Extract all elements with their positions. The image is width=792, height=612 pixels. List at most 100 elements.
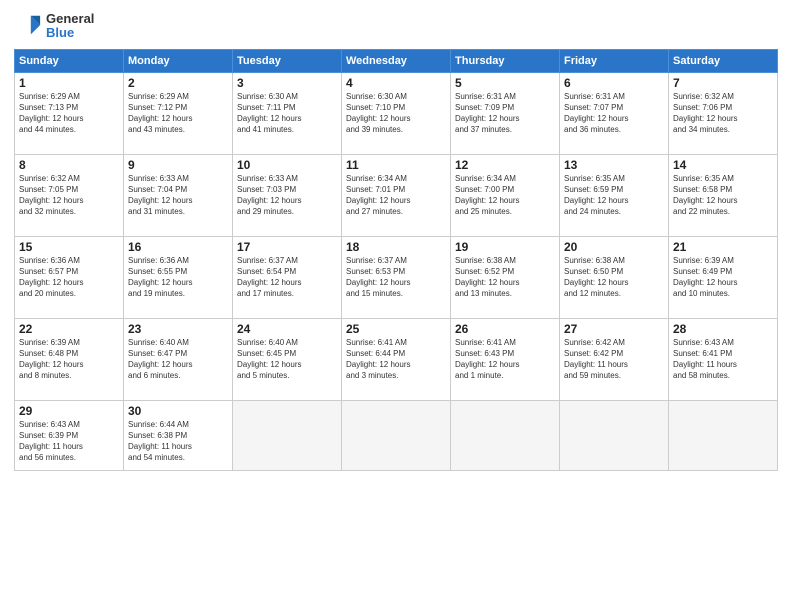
cell-info: Sunrise: 6:40 AM Sunset: 6:45 PM Dayligh… bbox=[237, 337, 337, 382]
day-number: 20 bbox=[564, 240, 664, 254]
calendar-cell: 17 Sunrise: 6:37 AM Sunset: 6:54 PM Dayl… bbox=[233, 236, 342, 318]
day-header-wednesday: Wednesday bbox=[342, 49, 451, 72]
cell-info: Sunrise: 6:32 AM Sunset: 7:05 PM Dayligh… bbox=[19, 173, 119, 218]
calendar-cell: 10 Sunrise: 6:33 AM Sunset: 7:03 PM Dayl… bbox=[233, 154, 342, 236]
calendar-cell: 11 Sunrise: 6:34 AM Sunset: 7:01 PM Dayl… bbox=[342, 154, 451, 236]
day-number: 9 bbox=[128, 158, 228, 172]
calendar-table: SundayMondayTuesdayWednesdayThursdayFrid… bbox=[14, 49, 778, 471]
calendar-cell: 15 Sunrise: 6:36 AM Sunset: 6:57 PM Dayl… bbox=[15, 236, 124, 318]
calendar-cell: 2 Sunrise: 6:29 AM Sunset: 7:12 PM Dayli… bbox=[124, 72, 233, 154]
cell-info: Sunrise: 6:38 AM Sunset: 6:50 PM Dayligh… bbox=[564, 255, 664, 300]
calendar-cell: 18 Sunrise: 6:37 AM Sunset: 6:53 PM Dayl… bbox=[342, 236, 451, 318]
calendar-cell: 25 Sunrise: 6:41 AM Sunset: 6:44 PM Dayl… bbox=[342, 318, 451, 400]
calendar-cell: 8 Sunrise: 6:32 AM Sunset: 7:05 PM Dayli… bbox=[15, 154, 124, 236]
day-number: 16 bbox=[128, 240, 228, 254]
day-number: 7 bbox=[673, 76, 773, 90]
day-number: 23 bbox=[128, 322, 228, 336]
calendar-cell: 26 Sunrise: 6:41 AM Sunset: 6:43 PM Dayl… bbox=[451, 318, 560, 400]
calendar-cell: 13 Sunrise: 6:35 AM Sunset: 6:59 PM Dayl… bbox=[560, 154, 669, 236]
day-number: 18 bbox=[346, 240, 446, 254]
calendar-container: General Blue SundayMondayTuesdayWednesda… bbox=[0, 0, 792, 612]
day-number: 11 bbox=[346, 158, 446, 172]
day-number: 24 bbox=[237, 322, 337, 336]
calendar-cell: 24 Sunrise: 6:40 AM Sunset: 6:45 PM Dayl… bbox=[233, 318, 342, 400]
day-header-sunday: Sunday bbox=[15, 49, 124, 72]
day-number: 5 bbox=[455, 76, 555, 90]
calendar-cell bbox=[560, 400, 669, 470]
calendar-cell: 30 Sunrise: 6:44 AM Sunset: 6:38 PM Dayl… bbox=[124, 400, 233, 470]
calendar-cell: 20 Sunrise: 6:38 AM Sunset: 6:50 PM Dayl… bbox=[560, 236, 669, 318]
logo-text: General Blue bbox=[46, 12, 94, 41]
day-header-thursday: Thursday bbox=[451, 49, 560, 72]
calendar-cell bbox=[451, 400, 560, 470]
day-number: 21 bbox=[673, 240, 773, 254]
day-header-tuesday: Tuesday bbox=[233, 49, 342, 72]
cell-info: Sunrise: 6:35 AM Sunset: 6:58 PM Dayligh… bbox=[673, 173, 773, 218]
cell-info: Sunrise: 6:42 AM Sunset: 6:42 PM Dayligh… bbox=[564, 337, 664, 382]
day-number: 26 bbox=[455, 322, 555, 336]
day-number: 2 bbox=[128, 76, 228, 90]
day-number: 1 bbox=[19, 76, 119, 90]
calendar-header: SundayMondayTuesdayWednesdayThursdayFrid… bbox=[15, 49, 778, 72]
day-number: 22 bbox=[19, 322, 119, 336]
calendar-cell: 29 Sunrise: 6:43 AM Sunset: 6:39 PM Dayl… bbox=[15, 400, 124, 470]
calendar-week-5: 29 Sunrise: 6:43 AM Sunset: 6:39 PM Dayl… bbox=[15, 400, 778, 470]
cell-info: Sunrise: 6:29 AM Sunset: 7:13 PM Dayligh… bbox=[19, 91, 119, 136]
calendar-week-3: 15 Sunrise: 6:36 AM Sunset: 6:57 PM Dayl… bbox=[15, 236, 778, 318]
calendar-week-1: 1 Sunrise: 6:29 AM Sunset: 7:13 PM Dayli… bbox=[15, 72, 778, 154]
cell-info: Sunrise: 6:44 AM Sunset: 6:38 PM Dayligh… bbox=[128, 419, 228, 464]
day-header-friday: Friday bbox=[560, 49, 669, 72]
calendar-cell: 22 Sunrise: 6:39 AM Sunset: 6:48 PM Dayl… bbox=[15, 318, 124, 400]
cell-info: Sunrise: 6:41 AM Sunset: 6:44 PM Dayligh… bbox=[346, 337, 446, 382]
cell-info: Sunrise: 6:31 AM Sunset: 7:09 PM Dayligh… bbox=[455, 91, 555, 136]
day-number: 14 bbox=[673, 158, 773, 172]
calendar-cell: 27 Sunrise: 6:42 AM Sunset: 6:42 PM Dayl… bbox=[560, 318, 669, 400]
calendar-cell: 3 Sunrise: 6:30 AM Sunset: 7:11 PM Dayli… bbox=[233, 72, 342, 154]
cell-info: Sunrise: 6:37 AM Sunset: 6:54 PM Dayligh… bbox=[237, 255, 337, 300]
cell-info: Sunrise: 6:33 AM Sunset: 7:03 PM Dayligh… bbox=[237, 173, 337, 218]
day-number: 17 bbox=[237, 240, 337, 254]
day-number: 6 bbox=[564, 76, 664, 90]
calendar-cell bbox=[233, 400, 342, 470]
day-number: 15 bbox=[19, 240, 119, 254]
day-number: 12 bbox=[455, 158, 555, 172]
cell-info: Sunrise: 6:30 AM Sunset: 7:10 PM Dayligh… bbox=[346, 91, 446, 136]
day-number: 13 bbox=[564, 158, 664, 172]
cell-info: Sunrise: 6:37 AM Sunset: 6:53 PM Dayligh… bbox=[346, 255, 446, 300]
calendar-cell bbox=[669, 400, 778, 470]
calendar-cell: 6 Sunrise: 6:31 AM Sunset: 7:07 PM Dayli… bbox=[560, 72, 669, 154]
calendar-cell: 12 Sunrise: 6:34 AM Sunset: 7:00 PM Dayl… bbox=[451, 154, 560, 236]
calendar-cell: 5 Sunrise: 6:31 AM Sunset: 7:09 PM Dayli… bbox=[451, 72, 560, 154]
cell-info: Sunrise: 6:29 AM Sunset: 7:12 PM Dayligh… bbox=[128, 91, 228, 136]
calendar-cell: 14 Sunrise: 6:35 AM Sunset: 6:58 PM Dayl… bbox=[669, 154, 778, 236]
logo: General Blue bbox=[14, 12, 94, 41]
cell-info: Sunrise: 6:34 AM Sunset: 7:01 PM Dayligh… bbox=[346, 173, 446, 218]
cell-info: Sunrise: 6:41 AM Sunset: 6:43 PM Dayligh… bbox=[455, 337, 555, 382]
day-number: 4 bbox=[346, 76, 446, 90]
day-header-monday: Monday bbox=[124, 49, 233, 72]
cell-info: Sunrise: 6:31 AM Sunset: 7:07 PM Dayligh… bbox=[564, 91, 664, 136]
day-header-saturday: Saturday bbox=[669, 49, 778, 72]
calendar-cell: 16 Sunrise: 6:36 AM Sunset: 6:55 PM Dayl… bbox=[124, 236, 233, 318]
day-number: 30 bbox=[128, 404, 228, 418]
cell-info: Sunrise: 6:39 AM Sunset: 6:49 PM Dayligh… bbox=[673, 255, 773, 300]
cell-info: Sunrise: 6:40 AM Sunset: 6:47 PM Dayligh… bbox=[128, 337, 228, 382]
cell-info: Sunrise: 6:30 AM Sunset: 7:11 PM Dayligh… bbox=[237, 91, 337, 136]
day-number: 28 bbox=[673, 322, 773, 336]
cell-info: Sunrise: 6:39 AM Sunset: 6:48 PM Dayligh… bbox=[19, 337, 119, 382]
calendar-cell: 1 Sunrise: 6:29 AM Sunset: 7:13 PM Dayli… bbox=[15, 72, 124, 154]
day-number: 8 bbox=[19, 158, 119, 172]
cell-info: Sunrise: 6:36 AM Sunset: 6:57 PM Dayligh… bbox=[19, 255, 119, 300]
calendar-cell: 19 Sunrise: 6:38 AM Sunset: 6:52 PM Dayl… bbox=[451, 236, 560, 318]
calendar-cell: 21 Sunrise: 6:39 AM Sunset: 6:49 PM Dayl… bbox=[669, 236, 778, 318]
cell-info: Sunrise: 6:35 AM Sunset: 6:59 PM Dayligh… bbox=[564, 173, 664, 218]
day-number: 29 bbox=[19, 404, 119, 418]
calendar-week-4: 22 Sunrise: 6:39 AM Sunset: 6:48 PM Dayl… bbox=[15, 318, 778, 400]
day-number: 19 bbox=[455, 240, 555, 254]
calendar-cell bbox=[342, 400, 451, 470]
cell-info: Sunrise: 6:43 AM Sunset: 6:41 PM Dayligh… bbox=[673, 337, 773, 382]
calendar-cell: 9 Sunrise: 6:33 AM Sunset: 7:04 PM Dayli… bbox=[124, 154, 233, 236]
cell-info: Sunrise: 6:32 AM Sunset: 7:06 PM Dayligh… bbox=[673, 91, 773, 136]
calendar-cell: 28 Sunrise: 6:43 AM Sunset: 6:41 PM Dayl… bbox=[669, 318, 778, 400]
calendar-week-2: 8 Sunrise: 6:32 AM Sunset: 7:05 PM Dayli… bbox=[15, 154, 778, 236]
